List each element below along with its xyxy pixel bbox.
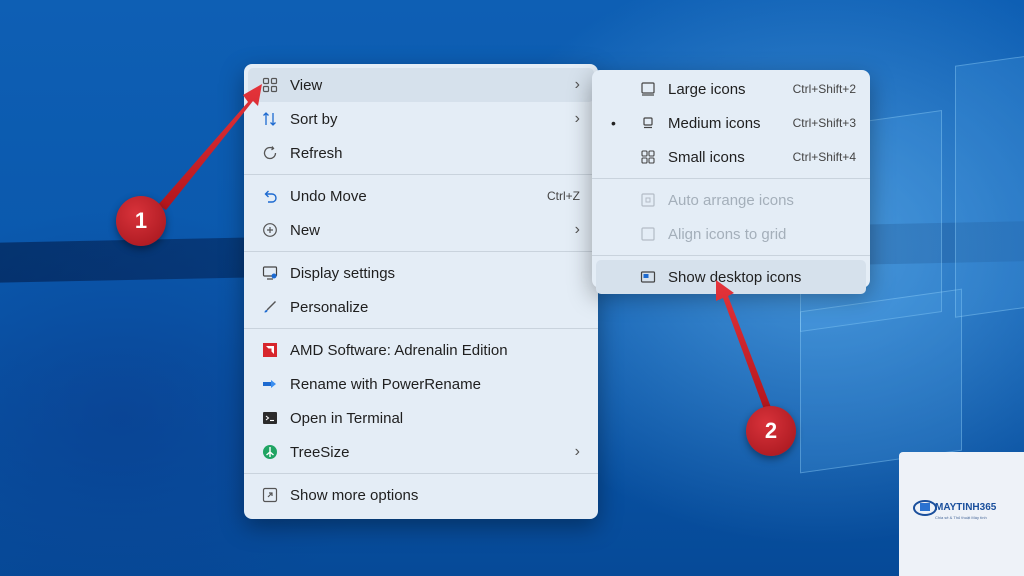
- annotation-arrows: [158, 84, 772, 412]
- step-badge-1: 1: [116, 196, 166, 246]
- logo-tagline: Chia sẻ & Thủ thuật Máy tính: [935, 515, 987, 520]
- maytinh365-logo: MAYTINH365 Chia sẻ & Thủ thuật Máy tính: [899, 452, 1024, 576]
- logo-brand: MAYTINH365: [935, 502, 997, 513]
- arrow-to-view: [158, 84, 262, 210]
- maytinh365-emblem-icon: [913, 500, 937, 516]
- arrow-to-show-desktop-icons: [716, 280, 772, 412]
- step-badge-2: 2: [746, 406, 796, 456]
